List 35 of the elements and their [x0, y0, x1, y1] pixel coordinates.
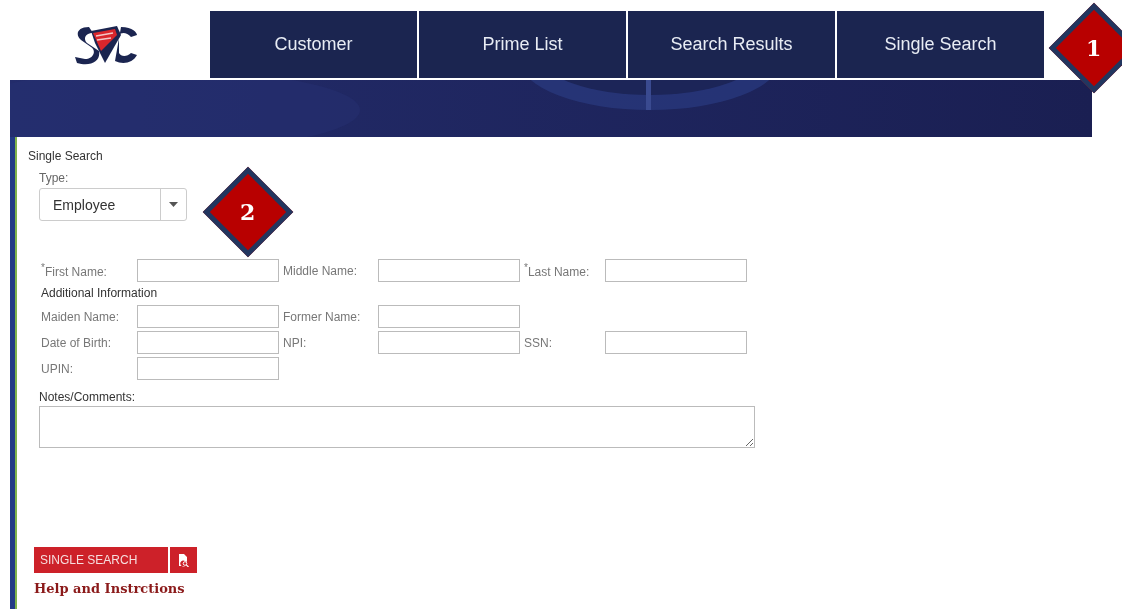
field-label: SSN: [524, 335, 553, 350]
document-search-button[interactable] [170, 547, 197, 573]
input-field[interactable] [137, 259, 279, 282]
nav-tab[interactable]: Single Search [837, 11, 1044, 78]
input-field[interactable] [378, 259, 520, 282]
caret-icon [169, 202, 178, 207]
input-field[interactable] [137, 357, 279, 380]
callout-marker: 1 [1048, 2, 1122, 94]
field-label: $^{*}$First Name: [41, 262, 108, 279]
field-label: Former Name: [283, 309, 362, 324]
field-label: NPI: [283, 335, 308, 350]
type-dropdown[interactable]: Employee [39, 188, 187, 221]
input-field[interactable] [605, 259, 747, 282]
help-link[interactable]: Help and Instrctions [34, 581, 185, 596]
field-label: Date of Birth: [41, 335, 113, 350]
nav-tab[interactable]: Search Results [628, 11, 835, 78]
field-label: Middle Name: [283, 263, 359, 278]
input-field[interactable] [605, 331, 747, 354]
section-heading: Additional Information [41, 286, 159, 300]
panel-title: Single Search [28, 149, 104, 163]
field-label: Maiden Name: [41, 309, 121, 324]
type-label: Type: [39, 171, 70, 185]
notes-field[interactable] [39, 406, 755, 448]
notes-label: Notes/Comments: [39, 390, 137, 404]
input-field[interactable] [378, 331, 520, 354]
nav-tab[interactable]: Prime List [419, 11, 626, 78]
input-field[interactable] [137, 305, 279, 328]
field-label: UPIN: [41, 361, 74, 376]
document-search-icon [178, 553, 189, 567]
field-label: $^{*}$Last Name: [524, 262, 591, 279]
nav-tab[interactable]: Customer [210, 11, 417, 78]
callout-marker: 2 [202, 166, 294, 258]
input-field[interactable] [378, 305, 520, 328]
input-field[interactable] [137, 331, 279, 354]
single-search-button[interactable]: SINGLE SEARCH [34, 547, 168, 573]
